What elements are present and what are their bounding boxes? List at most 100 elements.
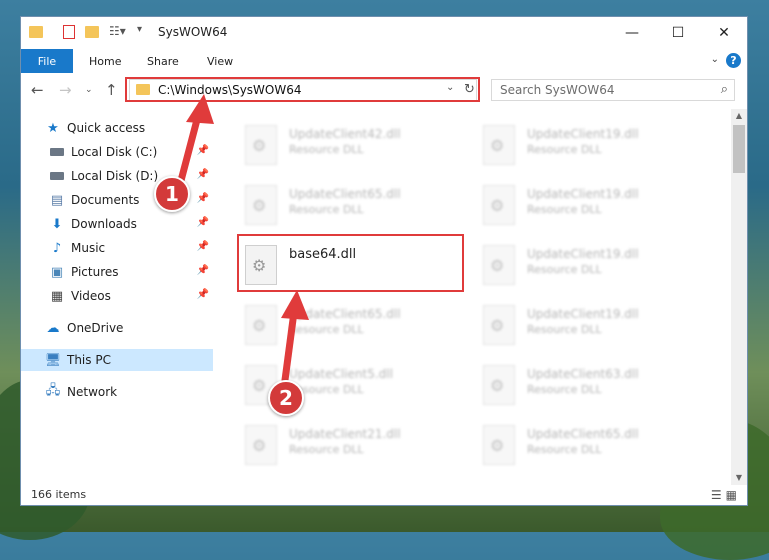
- file-item[interactable]: UpdateClient65.dll Resource DLL: [483, 419, 703, 471]
- file-list: UpdateClient42.dll Resource DLL UpdateCl…: [221, 109, 731, 485]
- highlight-base64-file: [237, 234, 464, 292]
- sidebar-item-music[interactable]: ♪ Music 📌: [21, 237, 213, 259]
- scroll-down-icon[interactable]: ▼: [731, 471, 747, 485]
- tab-file[interactable]: File: [21, 49, 73, 73]
- sidebar-item-label: Quick access: [67, 121, 146, 135]
- file-type: Resource DLL: [527, 143, 602, 156]
- dll-file-icon: [245, 125, 277, 165]
- sidebar-item-local-disk-c[interactable]: Local Disk (C:) 📌: [21, 141, 213, 163]
- sidebar-item-pictures[interactable]: ▣ Pictures 📌: [21, 261, 213, 283]
- help-icon[interactable]: ?: [726, 53, 741, 68]
- dll-file-icon: [483, 365, 515, 405]
- computer-icon: 🖥: [44, 352, 62, 368]
- maximize-button[interactable]: ☐: [655, 17, 701, 49]
- file-name: UpdateClient19.dll: [527, 307, 639, 321]
- file-item[interactable]: UpdateClient19.dll Resource DLL: [483, 239, 703, 291]
- pin-icon[interactable]: 📌: [197, 289, 209, 300]
- pin-icon[interactable]: 📌: [197, 265, 209, 276]
- tab-view[interactable]: View: [207, 49, 233, 73]
- expand-ribbon-icon[interactable]: ⌄: [711, 54, 719, 65]
- dropdown-arrow-icon[interactable]: ▾: [137, 24, 142, 35]
- step-1-badge: 1: [154, 176, 190, 212]
- sidebar-item-network[interactable]: 🖧 Network: [21, 381, 213, 403]
- customize-toolbar-icon[interactable]: ☷▾: [109, 24, 126, 38]
- file-item[interactable]: UpdateClient42.dll Resource DLL: [245, 119, 465, 171]
- pin-icon[interactable]: 📌: [197, 217, 209, 228]
- file-name: UpdateClient19.dll: [527, 127, 639, 141]
- pin-icon[interactable]: 📌: [197, 241, 209, 252]
- close-button[interactable]: ✕: [701, 17, 747, 49]
- file-item[interactable]: UpdateClient65.dll Resource DLL: [245, 179, 465, 231]
- file-type: Resource DLL: [289, 323, 364, 336]
- drive-icon: [49, 144, 65, 160]
- music-icon: ♪: [52, 240, 62, 256]
- documents-icon: ▤: [50, 192, 64, 208]
- item-count: 166 items: [31, 488, 87, 501]
- back-arrow-icon[interactable]: ←: [31, 81, 44, 99]
- dll-file-icon: [245, 305, 277, 345]
- file-name: UpdateClient5.dll: [289, 367, 393, 381]
- drive-icon: [49, 168, 65, 184]
- sidebar-item-onedrive[interactable]: ☁ OneDrive: [21, 317, 213, 339]
- tab-home[interactable]: Home: [89, 49, 121, 73]
- recent-locations-icon[interactable]: ⌄: [85, 85, 93, 95]
- file-item[interactable]: UpdateClient21.dll Resource DLL: [245, 419, 465, 471]
- up-arrow-icon[interactable]: ↑: [105, 81, 118, 99]
- file-item[interactable]: UpdateClient63.dll Resource DLL: [483, 359, 703, 411]
- network-icon: 🖧: [45, 383, 61, 398]
- dll-file-icon: [483, 125, 515, 165]
- pin-icon[interactable]: 📌: [197, 169, 209, 180]
- vertical-scrollbar[interactable]: ▲ ▼: [731, 109, 747, 485]
- search-input[interactable]: Search SysWOW64: [500, 83, 614, 97]
- file-type: Resource DLL: [527, 323, 602, 336]
- sidebar-item-quick-access[interactable]: ★ Quick access: [21, 117, 213, 139]
- file-name: UpdateClient42.dll: [289, 127, 401, 141]
- sidebar-item-label: Videos: [71, 289, 111, 303]
- folder-icon: [29, 26, 43, 38]
- minimize-button[interactable]: —: [609, 17, 655, 49]
- file-type: Resource DLL: [527, 263, 602, 276]
- pin-icon[interactable]: 📌: [197, 193, 209, 204]
- scroll-thumb[interactable]: [733, 125, 745, 173]
- file-name: UpdateClient21.dll: [289, 427, 401, 441]
- details-view-icon[interactable]: ☰: [711, 488, 726, 502]
- sidebar-item-this-pc[interactable]: 🖥 This PC: [21, 349, 213, 371]
- file-type: Resource DLL: [527, 443, 602, 456]
- sidebar-item-label: Documents: [71, 193, 140, 207]
- file-name: UpdateClient19.dll: [527, 247, 639, 261]
- dll-file-icon: [483, 425, 515, 465]
- sidebar-item-videos[interactable]: ▦ Videos 📌: [21, 285, 213, 307]
- search-box[interactable]: Search SysWOW64 ⌕: [491, 79, 735, 101]
- file-item[interactable]: UpdateClient19.dll Resource DLL: [483, 119, 703, 171]
- file-name: UpdateClient65.dll: [289, 307, 401, 321]
- file-name: UpdateClient19.dll: [527, 187, 639, 201]
- cloud-icon: ☁: [46, 320, 60, 336]
- view-toggle: ☰▦: [711, 488, 741, 502]
- quick-access-toolbar: ☷▾ ▾: [29, 24, 149, 42]
- file-type: Resource DLL: [289, 143, 364, 156]
- tab-share[interactable]: Share: [147, 49, 179, 73]
- large-icons-view-icon[interactable]: ▦: [726, 488, 741, 502]
- new-folder-icon[interactable]: [85, 26, 99, 38]
- window-title: SysWOW64: [158, 25, 228, 39]
- file-type: Resource DLL: [289, 443, 364, 456]
- file-item[interactable]: UpdateClient19.dll Resource DLL: [483, 299, 703, 351]
- sidebar-item-label: Network: [67, 385, 118, 399]
- sidebar-item-downloads[interactable]: ⬇ Downloads 📌: [21, 213, 213, 235]
- properties-icon[interactable]: [63, 25, 75, 39]
- forward-arrow-icon[interactable]: →: [59, 81, 72, 99]
- search-icon[interactable]: ⌕: [721, 82, 728, 97]
- downloads-icon: ⬇: [51, 216, 63, 232]
- dll-file-icon: [483, 185, 515, 225]
- star-icon: ★: [47, 120, 59, 136]
- dll-file-icon: [483, 245, 515, 285]
- step-2-badge: 2: [268, 380, 304, 416]
- file-type: Resource DLL: [527, 383, 602, 396]
- scroll-up-icon[interactable]: ▲: [731, 109, 747, 123]
- file-item[interactable]: UpdateClient65.dll Resource DLL: [245, 299, 465, 351]
- sidebar-item-label: OneDrive: [67, 321, 124, 335]
- file-type: Resource DLL: [289, 203, 364, 216]
- file-item[interactable]: UpdateClient19.dll Resource DLL: [483, 179, 703, 231]
- file-name: UpdateClient65.dll: [289, 187, 401, 201]
- pin-icon[interactable]: 📌: [197, 145, 209, 156]
